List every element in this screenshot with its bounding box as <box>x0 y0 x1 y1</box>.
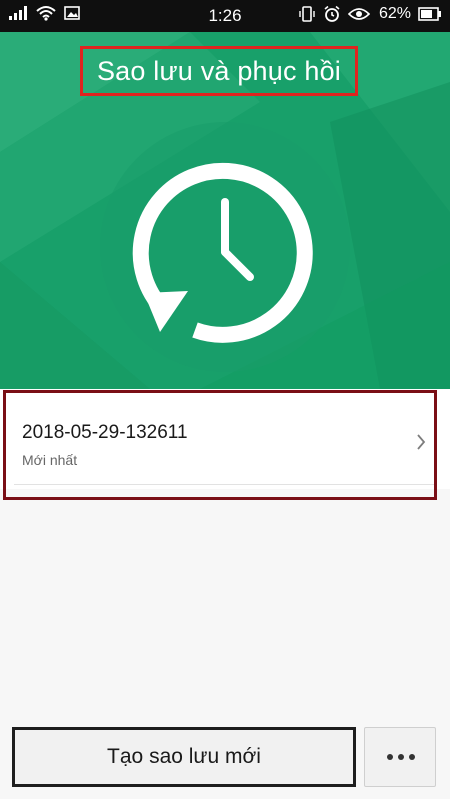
battery-icon <box>418 7 441 21</box>
hero-banner: Sao lưu và phục hồi <box>0 32 450 389</box>
page-title: Sao lưu và phục hồi <box>80 46 358 96</box>
backup-latest-label: Mới nhất <box>22 452 78 468</box>
create-backup-button[interactable]: Tạo sao lưu mới <box>12 727 356 787</box>
status-right-icons: 62% <box>298 5 442 23</box>
status-bar: 1:26 62% <box>0 0 450 32</box>
more-options-button[interactable] <box>364 727 436 787</box>
chevron-right-icon <box>417 434 426 450</box>
backup-restore-screen: 1:26 62% Sao lưu và phục hồi 2018-05-29-… <box>0 0 450 799</box>
backup-name: 2018-05-29-132611 <box>22 422 188 443</box>
vibrate-icon <box>299 6 315 22</box>
more-dots-icon <box>387 754 415 760</box>
list-divider <box>14 484 436 485</box>
eye-icon <box>347 8 370 20</box>
alarm-icon <box>324 5 340 22</box>
battery-percent: 62% <box>378 5 411 22</box>
backup-clock-icon <box>100 127 350 377</box>
